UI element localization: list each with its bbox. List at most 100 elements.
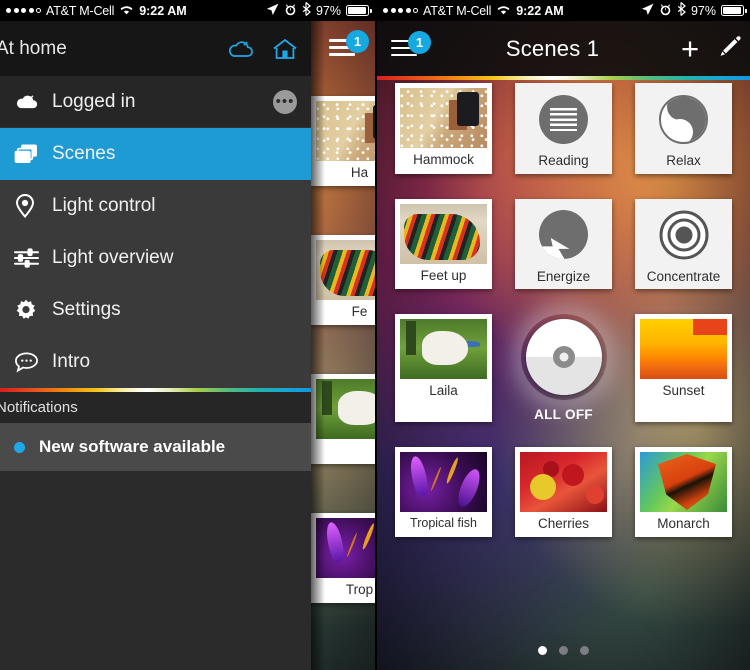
drawer-title: At home (0, 37, 67, 59)
menu-button-right[interactable]: 1 (377, 30, 435, 59)
scene-thumbnail (400, 452, 487, 512)
bluetooth-icon (302, 2, 311, 19)
all-off-dial-icon (521, 314, 607, 400)
status-bar-right-group: 97% (641, 2, 747, 19)
drawer-item-logged-in[interactable]: Logged in ••• (0, 76, 311, 128)
concentrate-target-icon (659, 210, 708, 259)
battery-percent-label: 97% (690, 3, 716, 18)
scene-row: Hammock Reading Relax (395, 83, 732, 174)
sidebar-item-label: Settings (52, 298, 121, 320)
page-indicator-dots[interactable] (377, 646, 750, 655)
sidebar-item-label: Scenes (52, 142, 116, 164)
menu-badge: 1 (408, 30, 431, 54)
scene-tile-energize[interactable]: Energize (515, 198, 612, 289)
scene-tile-hammock[interactable]: Hammock (395, 83, 492, 174)
navigation-drawer: At home Logged in ••• Scenes Light contr… (0, 21, 311, 670)
scene-label: Concentrate (646, 268, 721, 284)
scenes-icon (14, 143, 52, 165)
page-dot-2[interactable] (559, 646, 568, 655)
page-title: Scenes 1 (505, 35, 600, 61)
scene-tile-concentrate[interactable]: Concentrate (635, 198, 732, 289)
battery-icon (346, 5, 372, 16)
scene-label: Energize (536, 268, 591, 284)
menu-badge: 1 (346, 30, 369, 53)
left-phone-screen: AT&T M-Cell 9:22 AM 97% Ha Fe Trop 1 At … (0, 0, 375, 670)
scene-icon-wrap (520, 205, 607, 265)
drawer-header: At home (0, 21, 311, 76)
scene-row: Laila ALL OFF Sunset (395, 314, 732, 422)
location-arrow-icon (641, 3, 654, 19)
scene-label: Sunset (662, 383, 705, 398)
notification-item-new-software[interactable]: New software available (0, 423, 311, 471)
scene-tile-cherries[interactable]: Cherries (515, 447, 612, 537)
screenshot-root: AT&T M-Cell 9:22 AM 97% Ha Fe Trop 1 At … (0, 0, 750, 670)
notification-label: New software available (39, 437, 226, 456)
scene-icon-wrap (520, 89, 607, 149)
scene-label: Reading (538, 153, 589, 168)
scene-label: Tropical fish (410, 516, 477, 530)
energize-bolt-icon (539, 210, 588, 259)
light-overview-icon (14, 247, 52, 268)
drawer-empty-space (0, 471, 311, 670)
menu-button-left[interactable]: 1 (329, 30, 369, 58)
scene-label: Laila (429, 383, 458, 398)
scene-thumbnail (400, 203, 487, 264)
wifi-icon (496, 4, 511, 18)
location-arrow-icon (266, 3, 279, 19)
clock-label: 9:22 AM (139, 3, 187, 18)
scene-icon-wrap (640, 205, 727, 265)
scene-label: Monarch (657, 516, 710, 531)
status-bar-right-group: 97% (266, 2, 372, 19)
scene-thumbnail (640, 452, 727, 512)
sidebar-item-scenes[interactable]: Scenes (0, 128, 311, 180)
battery-icon (721, 5, 747, 16)
scene-label: Cherries (537, 516, 589, 531)
scene-row: Feet up Energize Concentrate (395, 198, 732, 289)
scene-tile-feet-up[interactable]: Feet up (395, 198, 492, 289)
drawer-menu-list: Logged in ••• Scenes Light control Light… (0, 76, 311, 388)
scene-tile-laila[interactable]: Laila (395, 314, 492, 422)
scene-tile-monarch[interactable]: Monarch (635, 447, 732, 537)
drawer-item-label: Logged in (52, 90, 136, 112)
scene-thumbnail (640, 319, 727, 379)
home-icon[interactable] (271, 37, 299, 61)
signal-strength-dots (383, 8, 418, 13)
all-off-label: ALL OFF (534, 407, 593, 422)
carrier-label: AT&T M-Cell (46, 3, 115, 18)
scene-tile-tropical-fish[interactable]: Tropical fish (395, 447, 492, 537)
bluetooth-icon (677, 2, 686, 19)
sidebar-item-settings[interactable]: Settings (0, 284, 311, 336)
carrier-label: AT&T M-Cell (423, 3, 492, 18)
sidebar-item-light-control[interactable]: Light control (0, 180, 311, 232)
light-control-icon (14, 193, 52, 218)
sidebar-item-intro[interactable]: Intro (0, 336, 311, 388)
sidebar-item-label: Intro (52, 350, 91, 372)
relax-yinyang-icon (659, 94, 708, 144)
sidebar-item-light-overview[interactable]: Light overview (0, 232, 311, 284)
add-scene-button[interactable]: + (670, 33, 710, 64)
account-more-button[interactable]: ••• (273, 89, 297, 114)
page-dot-1[interactable] (538, 646, 547, 655)
unread-dot-icon (14, 441, 25, 453)
battery-percent-label: 97% (315, 3, 341, 18)
reading-lines-icon (539, 94, 588, 144)
edit-button[interactable] (710, 34, 750, 63)
notifications-section-header: Notifications (0, 392, 311, 423)
clock-label: 9:22 AM (516, 3, 564, 18)
status-bar-left: AT&T M-Cell 9:22 AM 97% (0, 0, 375, 21)
page-dot-3[interactable] (580, 646, 589, 655)
alarm-clock-icon (284, 3, 297, 19)
sidebar-item-label: Light overview (52, 246, 174, 268)
scene-tile-reading[interactable]: Reading (515, 83, 612, 174)
hamburger-menu-icon[interactable]: 1 (329, 30, 369, 58)
cloud-icon[interactable] (227, 39, 255, 59)
all-off-button[interactable]: ALL OFF (515, 314, 612, 422)
scene-thumbnail (520, 452, 607, 512)
scene-tile-sunset[interactable]: Sunset (635, 314, 732, 422)
scene-tile-relax[interactable]: Relax (635, 83, 732, 174)
hamburger-menu-icon[interactable]: 1 (391, 30, 431, 59)
wifi-icon (119, 4, 134, 18)
rainbow-divider (377, 76, 750, 80)
scene-label: Hammock (413, 152, 474, 167)
right-phone-screen: AT&T M-Cell 9:22 AM 97% 1 Scenes 1 + Ham… (375, 0, 750, 670)
